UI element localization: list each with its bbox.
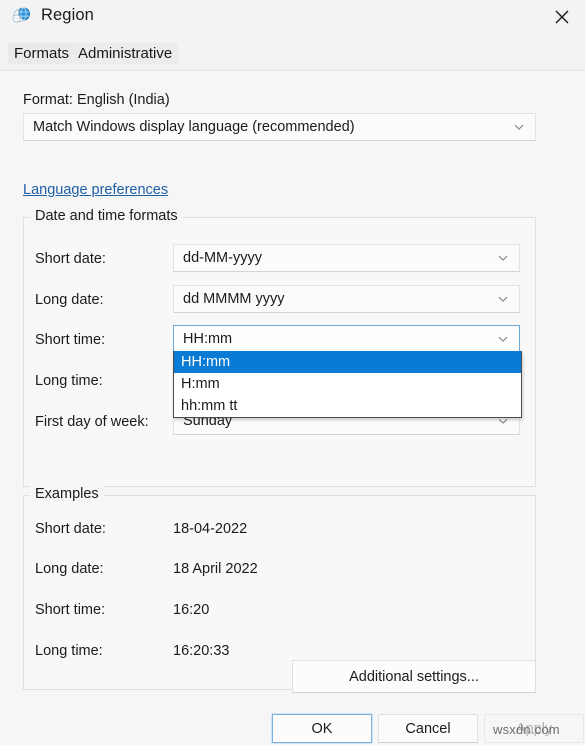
example-short-date-label: Short date: — [35, 521, 106, 537]
short-time-value: HH:mm — [183, 331, 233, 347]
ok-button[interactable]: OK — [272, 714, 372, 743]
first-day-of-week-label: First day of week: — [35, 414, 149, 430]
example-long-date-value: 18 April 2022 — [173, 561, 258, 577]
chevron-down-icon — [496, 292, 510, 306]
short-date-value: dd-MM-yyyy — [183, 250, 262, 266]
example-short-time-value: 16:20 — [173, 602, 210, 618]
tab-administrative[interactable]: Administrative — [72, 43, 179, 64]
format-select-value: Match Windows display language (recommen… — [33, 119, 355, 135]
additional-settings-button[interactable]: Additional settings... — [292, 660, 536, 693]
date-time-formats-legend: Date and time formats — [30, 208, 183, 224]
window-title: Region — [41, 6, 94, 24]
watermark: wsxdn.com — [493, 722, 560, 737]
example-long-time-label: Long time: — [35, 643, 103, 659]
format-select[interactable]: Match Windows display language (recommen… — [23, 113, 536, 141]
examples-legend: Examples — [30, 486, 104, 502]
example-short-time-label: Short time: — [35, 602, 106, 618]
long-date-value: dd MMMM yyyy — [183, 291, 285, 307]
short-time-select[interactable]: HH:mm — [173, 325, 520, 353]
language-preferences-link[interactable]: Language preferences — [23, 182, 168, 198]
region-globe-icon — [9, 5, 33, 29]
short-date-select[interactable]: dd-MM-yyyy — [173, 244, 520, 272]
chevron-down-icon — [496, 332, 510, 346]
example-long-time-value: 16:20:33 — [173, 643, 230, 659]
long-date-label: Long date: — [35, 292, 104, 308]
short-time-dropdown-list[interactable]: HH:mm H:mm hh:mm tt — [173, 351, 522, 418]
long-time-label: Long time: — [35, 373, 103, 389]
dropdown-option-hh-mm-tt[interactable]: hh:mm tt — [174, 395, 521, 417]
dropdown-option-h-mm[interactable]: H:mm — [174, 373, 521, 395]
short-date-label: Short date: — [35, 251, 106, 267]
chevron-down-icon — [496, 251, 510, 265]
close-icon[interactable] — [539, 0, 585, 34]
cancel-button[interactable]: Cancel — [378, 714, 478, 743]
dropdown-option-hh-mm-24[interactable]: HH:mm — [174, 351, 521, 373]
format-label: Format: English (India) — [23, 92, 170, 108]
title-bar: Region — [0, 0, 585, 37]
long-date-select[interactable]: dd MMMM yyyy — [173, 285, 520, 313]
dialog-content: Format: English (India) Match Windows di… — [0, 71, 585, 745]
tab-strip: Formats Administrative — [0, 38, 585, 71]
short-time-label: Short time: — [35, 332, 106, 348]
example-short-date-value: 18-04-2022 — [173, 521, 248, 537]
tab-formats[interactable]: Formats — [8, 43, 76, 64]
chevron-down-icon — [512, 120, 526, 134]
example-long-date-label: Long date: — [35, 561, 104, 577]
